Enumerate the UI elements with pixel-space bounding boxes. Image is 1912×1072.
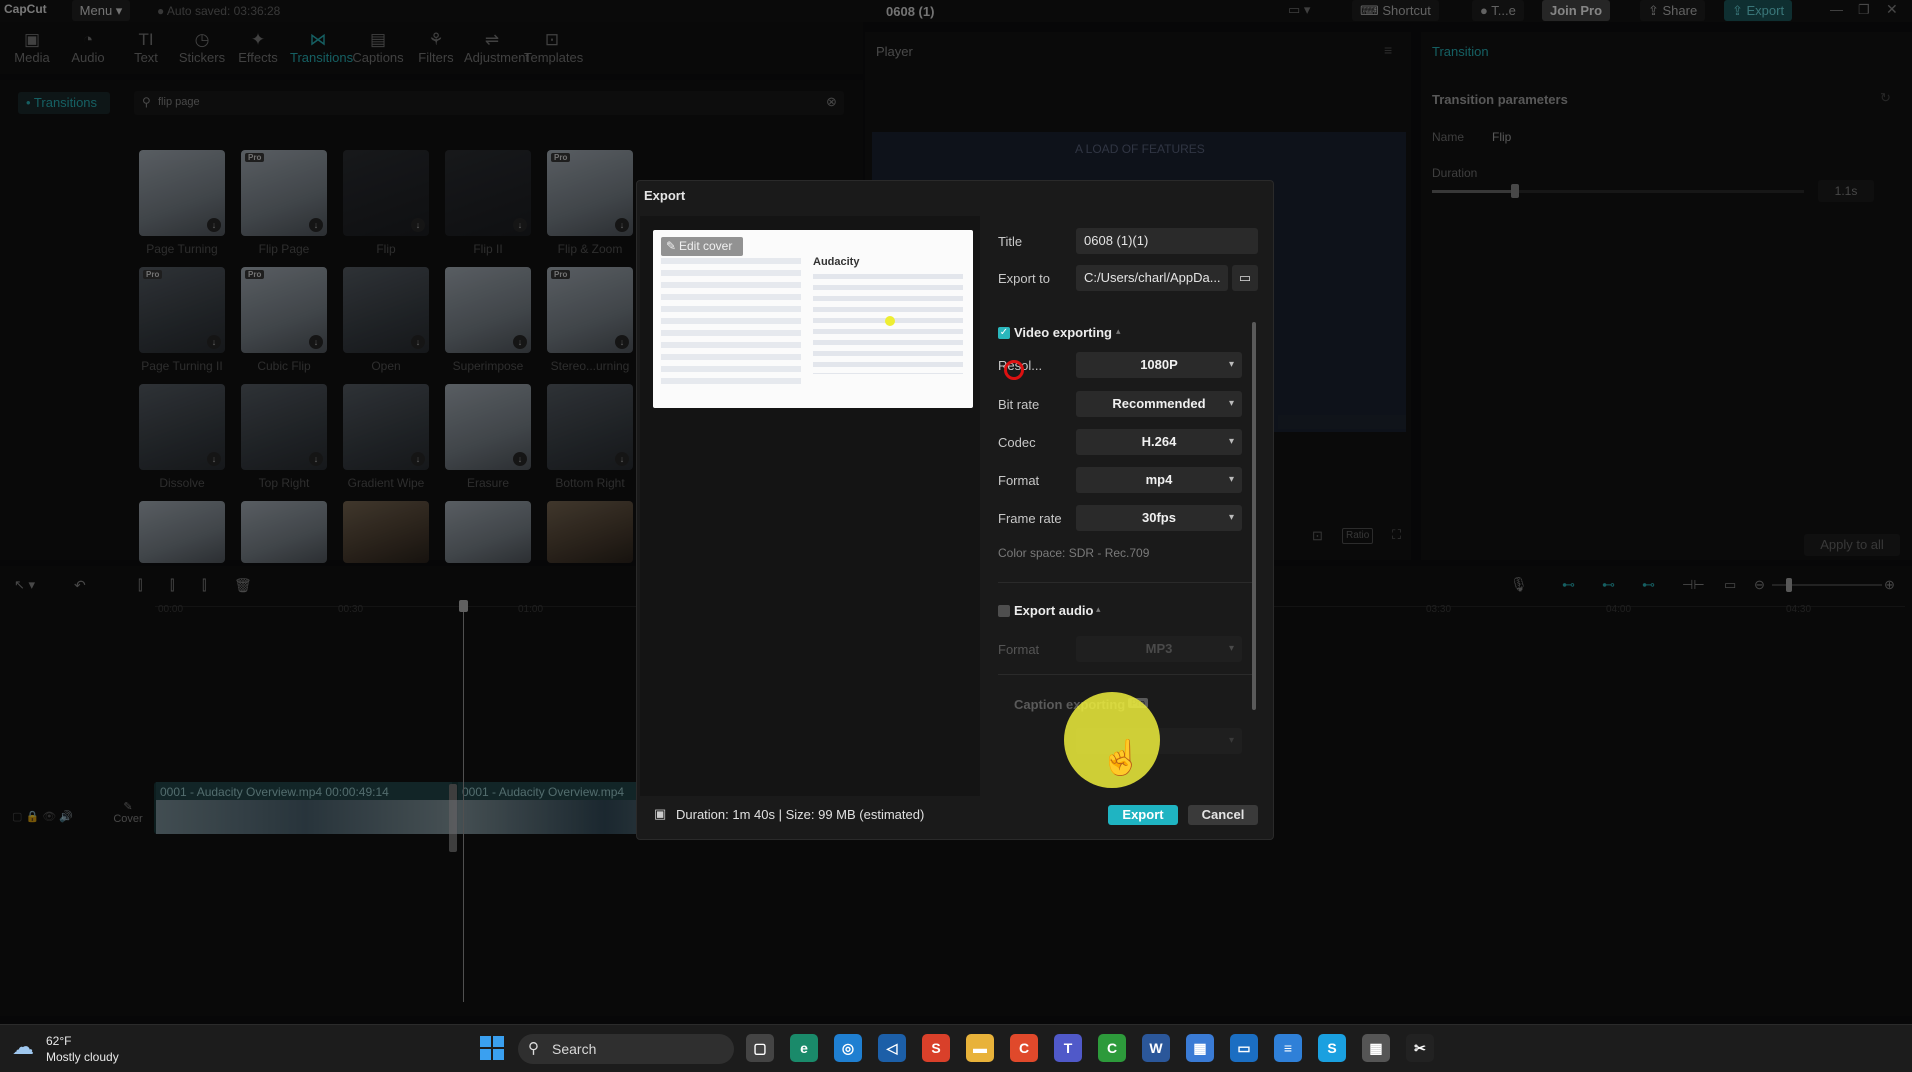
format-value: mp4 xyxy=(1145,472,1173,487)
pencil-icon: ✎ xyxy=(666,239,677,253)
task-view-icon[interactable]: ▢ xyxy=(746,1034,774,1062)
codec-value: H.264 xyxy=(1141,434,1177,449)
chevron-down-icon: ▾ xyxy=(1228,643,1234,654)
bitrate-select[interactable]: Recommended ▾ xyxy=(1076,391,1242,417)
chevron-down-icon: ▾ xyxy=(1228,735,1234,746)
collapse-video-icon[interactable]: ▴ xyxy=(1116,326,1121,337)
framerate-label: Frame rate xyxy=(998,511,1062,526)
taskbar-search[interactable] xyxy=(518,1034,734,1064)
chevron-down-icon: ▾ xyxy=(1228,398,1234,409)
dialog-scrollbar[interactable] xyxy=(1252,322,1256,710)
chevron-down-icon: ▾ xyxy=(1228,512,1234,523)
folder-icon[interactable]: ▬ xyxy=(966,1034,994,1062)
weather-temp: 62°F xyxy=(46,1034,72,1048)
video-export-checkbox[interactable]: ✓ xyxy=(998,327,1010,339)
chevron-down-icon: ▾ xyxy=(1228,359,1234,370)
weather-desc: Mostly cloudy xyxy=(46,1050,119,1064)
resolution-value: 1080P xyxy=(1140,357,1178,372)
title-label: Title xyxy=(998,234,1023,249)
format-select[interactable]: mp4 ▾ xyxy=(1076,467,1242,493)
edit-cover-button[interactable]: ✎ Edit cover xyxy=(661,237,743,256)
collapse-audio-icon[interactable]: ▴ xyxy=(1096,604,1101,615)
notepad-icon[interactable]: ≡ xyxy=(1274,1034,1302,1062)
cover-preview[interactable]: Audacity xyxy=(653,230,973,408)
start-tile xyxy=(480,1049,491,1060)
start-tile xyxy=(493,1049,504,1060)
color-space-info: Color space: SDR - Rec.709 xyxy=(998,546,1150,560)
store-icon[interactable]: ▦ xyxy=(1186,1034,1214,1062)
c-app-icon[interactable]: C xyxy=(1010,1034,1038,1062)
calculator-icon[interactable]: ▦ xyxy=(1362,1034,1390,1062)
search-icon: ⚲ xyxy=(528,1040,539,1057)
bitrate-label: Bit rate xyxy=(998,397,1040,412)
taskbar-search-label: Search xyxy=(552,1041,597,1057)
audio-export-checkbox[interactable] xyxy=(998,605,1010,617)
film-icon: ▣ xyxy=(654,806,667,821)
hand-cursor-icon: ☝ xyxy=(1100,739,1143,777)
start-tile xyxy=(480,1036,491,1047)
taskbar xyxy=(0,1024,1912,1072)
start-tile xyxy=(493,1036,504,1047)
bitrate-value: Recommended xyxy=(1112,396,1206,411)
capcut-icon[interactable]: ✂ xyxy=(1406,1034,1434,1062)
cover-doc-left xyxy=(661,258,801,388)
codec-label: Codec xyxy=(998,435,1036,450)
s-app-icon[interactable]: S xyxy=(922,1034,950,1062)
vscode-icon[interactable]: ◁ xyxy=(878,1034,906,1062)
camtasia-icon[interactable]: C xyxy=(1098,1034,1126,1062)
teams-icon[interactable]: T xyxy=(1054,1034,1082,1062)
audio-format-value: MP3 xyxy=(1145,641,1173,656)
codec-select[interactable]: H.264 ▾ xyxy=(1076,429,1242,455)
browser-icon[interactable]: ◎ xyxy=(834,1034,862,1062)
video-exporting-title: Video exporting xyxy=(1014,325,1112,340)
export-estimate: Duration: 1m 40s | Size: 99 MB (estimate… xyxy=(676,807,925,822)
skype-icon[interactable]: S xyxy=(1318,1034,1346,1062)
audio-format-select[interactable]: MP3 ▾ xyxy=(1076,636,1242,662)
divider xyxy=(998,582,1252,583)
divider xyxy=(998,674,1252,675)
title-input[interactable]: 0608 (1)(1) xyxy=(1076,228,1258,254)
chevron-down-icon: ▾ xyxy=(1228,474,1234,485)
edge-icon[interactable]: e xyxy=(790,1034,818,1062)
dialog-title: Export xyxy=(644,188,686,203)
export-audio-title: Export audio xyxy=(1014,603,1094,618)
remote-icon[interactable]: ▭ xyxy=(1230,1034,1258,1062)
resolution-select[interactable]: 1080P ▾ xyxy=(1076,352,1242,378)
cover-highlight xyxy=(885,316,895,326)
cancel-button[interactable]: Cancel xyxy=(1188,805,1258,825)
framerate-value: 30fps xyxy=(1142,510,1176,525)
audio-format-label: Format xyxy=(998,642,1040,657)
cloud-icon: ☁ xyxy=(12,1034,34,1059)
format-label: Format xyxy=(998,473,1040,488)
export-to-label: Export to xyxy=(998,271,1051,286)
windows-start-icon[interactable] xyxy=(478,1034,506,1062)
click-indicator xyxy=(1004,360,1024,380)
word-icon[interactable]: W xyxy=(1142,1034,1170,1062)
chevron-down-icon: ▾ xyxy=(1228,436,1234,447)
export-button[interactable]: Export xyxy=(1108,805,1178,825)
framerate-select[interactable]: 30fps ▾ xyxy=(1076,505,1242,531)
cover-heading: Audacity xyxy=(813,256,860,268)
edit-cover-label: Edit cover xyxy=(679,239,733,253)
folder-icon[interactable]: ▭ xyxy=(1232,265,1258,291)
export-path-input[interactable]: C:/Users/charl/AppDa... xyxy=(1076,265,1228,291)
